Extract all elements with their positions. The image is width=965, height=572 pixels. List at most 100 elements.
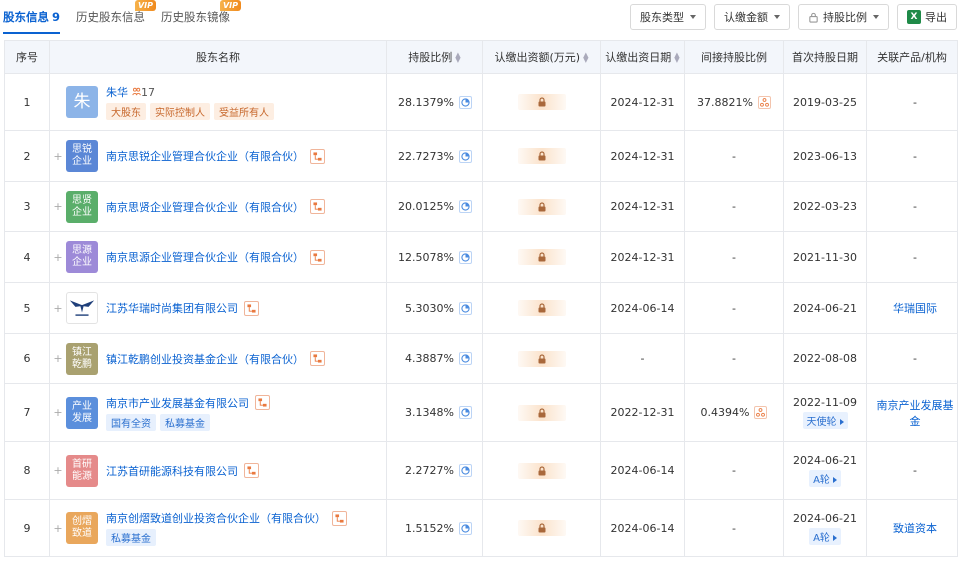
col-sub-date-header[interactable]: 认缴出资日期 ▲ ▼ xyxy=(600,40,685,74)
shareholder-name-link[interactable]: 南京思源企业管理合伙企业（有限合伙） xyxy=(106,249,304,265)
product-cell: - xyxy=(866,441,958,500)
funding-round-badge[interactable]: 天使轮 xyxy=(802,412,848,429)
related-product-link[interactable]: 致道资本 xyxy=(893,522,937,535)
shareholder-name-link[interactable]: 江苏华瑞时尚集团有限公司 xyxy=(106,300,238,316)
shareholder-name-link[interactable]: 江苏首研能源科技有限公司 xyxy=(106,463,238,479)
vip-locked-value[interactable] xyxy=(517,520,566,536)
shareholder-name-link[interactable]: 南京思贤企业管理合伙企业（有限合伙） xyxy=(106,199,304,215)
vip-locked-value[interactable] xyxy=(517,404,566,421)
subscribed-amount-cell xyxy=(482,441,601,500)
shareholder-tag[interactable]: 国有全资 xyxy=(106,413,156,431)
shareholder-tag[interactable]: 实际控制人 xyxy=(150,103,210,120)
expand-icon[interactable]: + xyxy=(50,406,66,419)
col-name-header: 股东名称 xyxy=(49,40,387,74)
vip-locked-value[interactable] xyxy=(517,94,566,110)
vip-locked-value[interactable] xyxy=(517,462,566,479)
pie-chart-icon[interactable] xyxy=(459,301,472,315)
pie-chart-icon[interactable] xyxy=(459,521,472,535)
vip-locked-value[interactable] xyxy=(517,350,566,367)
shareholder-tag[interactable]: 私募基金 xyxy=(106,529,156,546)
vip-locked-value[interactable] xyxy=(517,198,566,215)
tab-history-shareholders[interactable]: 历史股东信息 VIP xyxy=(76,0,157,34)
name-cell: + 思贤企业 南京思贤企业管理合伙企业（有限合伙） xyxy=(49,181,387,232)
funding-round-label: A轮 xyxy=(813,475,830,486)
index-cell: 5 xyxy=(4,282,50,334)
holding-ratio: 4.3887% xyxy=(405,352,454,365)
related-count[interactable]: 17 xyxy=(132,86,155,99)
tab-history-mirror[interactable]: 历史股东镜像 VIP xyxy=(161,0,242,34)
equity-structure-icon[interactable] xyxy=(244,300,259,316)
expand-icon[interactable]: + xyxy=(50,352,66,365)
equity-structure-icon[interactable] xyxy=(310,199,325,214)
related-product: - xyxy=(913,250,917,264)
pie-chart-icon[interactable] xyxy=(459,250,472,264)
export-button[interactable]: X 导出 xyxy=(897,4,957,30)
col-subscribed-header[interactable]: 认缴出资额(万元) ▲ ▼ xyxy=(482,40,601,74)
sort-icon[interactable]: ▲ ▼ xyxy=(583,52,588,64)
shareholder-tag[interactable]: 大股东 xyxy=(106,103,146,120)
related-product: - xyxy=(913,464,917,477)
shareholder-name-link[interactable]: 南京创熠致道创业投资合伙企业（有限合伙） xyxy=(106,510,326,526)
holding-ratio: 2.2727% xyxy=(405,464,454,477)
equity-structure-icon[interactable] xyxy=(332,510,347,526)
sort-icon[interactable]: ▲ ▼ xyxy=(455,52,460,64)
tab-shareholders[interactable]: 股东信息 9 xyxy=(0,0,61,34)
shareholder-tag[interactable]: 私募基金 xyxy=(160,413,210,431)
shareholder-name-link[interactable]: 朱华 xyxy=(106,84,128,100)
shareholder-logo xyxy=(66,292,98,324)
indirect-ratio: - xyxy=(732,149,736,163)
ratio-cell: 4.3887% xyxy=(386,333,483,384)
pie-chart-icon[interactable] xyxy=(459,200,472,213)
shareholder-name-link[interactable]: 南京市产业发展基金有限公司 xyxy=(106,395,249,411)
pie-chart-icon[interactable] xyxy=(459,95,472,109)
pie-chart-icon[interactable] xyxy=(459,406,472,419)
subscribed-amount-cell xyxy=(482,130,601,182)
expand-icon[interactable]: + xyxy=(50,251,66,264)
vip-locked-value[interactable] xyxy=(517,249,566,265)
equity-structure-icon[interactable] xyxy=(310,148,325,164)
col-ratio-header[interactable]: 持股比例 ▲ ▼ xyxy=(386,40,483,74)
penetration-icon[interactable] xyxy=(757,95,771,109)
funding-round-badge[interactable]: A轮 xyxy=(809,527,841,545)
shareholder-name-link[interactable]: 镇江乾鹏创业投资基金企业（有限合伙） xyxy=(106,351,304,367)
first-holding-date: 2019-03-25 xyxy=(793,95,857,109)
shareholder-tag[interactable]: 受益所有人 xyxy=(214,103,274,120)
sub-date-cell: 2024-06-14 xyxy=(600,282,685,334)
first-holding-date: 2021-11-30 xyxy=(793,250,857,264)
pie-chart-icon[interactable] xyxy=(459,464,472,477)
holding-ratio-filter[interactable]: 持股比例 xyxy=(798,4,889,30)
expand-icon[interactable]: + xyxy=(50,200,66,213)
penetration-icon[interactable] xyxy=(754,406,768,419)
shareholder-type-filter[interactable]: 股东类型 xyxy=(630,4,706,30)
equity-structure-icon[interactable] xyxy=(255,395,270,410)
sort-icon[interactable]: ▲ ▼ xyxy=(674,52,679,64)
related-product-link[interactable]: 南京产业发展基金 xyxy=(877,399,954,428)
shareholder-name-link[interactable]: 南京思锐企业管理合伙企业（有限合伙） xyxy=(106,148,304,164)
related-product-link[interactable]: 华瑞国际 xyxy=(893,302,937,315)
first-date-cell: 2019-03-25 xyxy=(783,73,867,131)
header-label: 间接持股比例 xyxy=(701,51,767,64)
expand-icon[interactable]: + xyxy=(50,150,66,163)
subscribed-amount-filter[interactable]: 认缴金额 xyxy=(714,4,790,30)
equity-structure-icon[interactable] xyxy=(244,463,259,478)
expand-icon[interactable]: + xyxy=(50,522,66,535)
funding-round-badge[interactable]: A轮 xyxy=(809,470,841,487)
pie-chart-icon[interactable] xyxy=(459,149,472,163)
vip-locked-value[interactable] xyxy=(517,148,566,164)
vip-locked-value[interactable] xyxy=(517,300,566,316)
holding-ratio-label: 持股比例 xyxy=(823,11,867,24)
table-row: 3 + 思贤企业 南京思贤企业管理合伙企业（有限合伙） 20.0125% 202… xyxy=(4,181,958,232)
pie-chart-icon[interactable] xyxy=(459,352,472,365)
expand-icon[interactable]: + xyxy=(50,464,66,477)
subscription-date: 2022-12-31 xyxy=(610,406,675,419)
table-row: 8 + 首研能源 江苏首研能源科技有限公司 2.2727% 2024-06-14… xyxy=(4,441,958,500)
index-cell: 3 xyxy=(4,181,50,232)
indirect-ratio: 0.4394% xyxy=(700,406,750,419)
subscription-date: 2024-12-31 xyxy=(610,95,675,109)
index-cell: 7 xyxy=(4,383,50,442)
indirect-ratio: - xyxy=(732,521,736,535)
holding-ratio: 5.3030% xyxy=(405,301,454,315)
equity-structure-icon[interactable] xyxy=(310,351,325,366)
expand-icon[interactable]: + xyxy=(50,302,66,315)
equity-structure-icon[interactable] xyxy=(310,249,325,265)
